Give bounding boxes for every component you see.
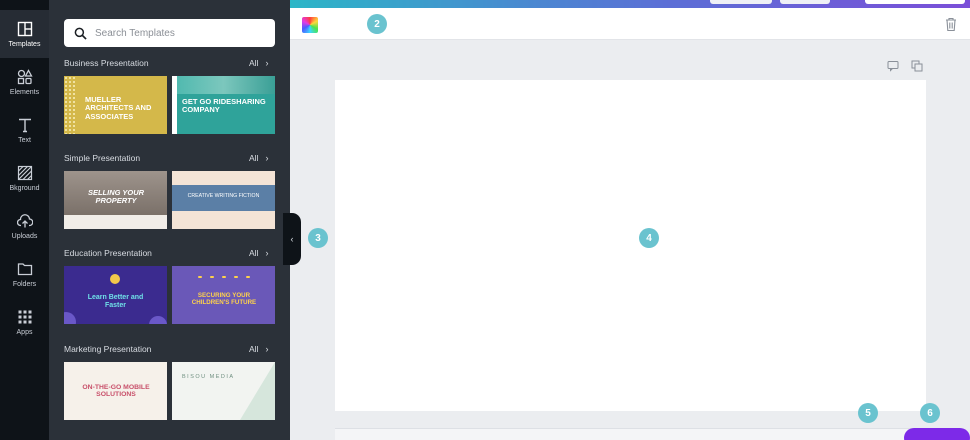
see-all-label: All — [249, 153, 259, 163]
color-picker-icon[interactable] — [302, 17, 318, 33]
template-thumbnail[interactable]: SELLING YOUR PROPERTY — [64, 171, 167, 229]
chevron-left-icon: ‹ — [290, 234, 294, 244]
photo-strip — [172, 76, 275, 94]
section-title: Education Presentation — [64, 248, 152, 258]
star-row — [194, 274, 254, 280]
see-all-link[interactable]: All › — [249, 58, 268, 68]
left-rail: Templates Elements Text Bkground Uploads… — [0, 0, 49, 440]
uploads-icon — [16, 213, 33, 227]
rail-item-label: Bkground — [9, 184, 40, 192]
top-tab[interactable] — [710, 0, 772, 4]
rail-item-label: Apps — [16, 328, 33, 336]
design-canvas[interactable] — [335, 80, 926, 411]
trash-icon[interactable] — [944, 16, 958, 32]
template-title: MUELLER ARCHITECTS AND ASSOCIATES — [85, 95, 152, 121]
section-title: Business Presentation — [64, 58, 149, 68]
rail-item-label: Elements — [9, 88, 40, 96]
template-thumbnail[interactable]: ON-THE-GO MOBILE SOLUTIONS — [64, 362, 167, 420]
templates-icon — [17, 21, 32, 36]
background-icon — [17, 165, 32, 180]
rail-item-background[interactable]: Bkground — [0, 154, 49, 202]
template-thumbnail[interactable]: MUELLER ARCHITECTS AND ASSOCIATES — [64, 76, 167, 134]
rail-item-elements[interactable]: Elements — [0, 58, 49, 106]
chevron-right-icon: › — [265, 58, 269, 68]
search-input[interactable] — [95, 27, 265, 39]
rail-item-label: Folders — [12, 280, 37, 288]
diagonal-shape — [240, 362, 275, 420]
see-all-link[interactable]: All › — [249, 248, 268, 258]
chevron-right-icon: › — [265, 248, 269, 258]
see-all-link[interactable]: All › — [249, 153, 268, 163]
rail-item-label: Uploads — [11, 232, 38, 240]
template-thumbnail[interactable]: BISOU MEDIA — [172, 362, 275, 420]
white-bar — [172, 76, 177, 134]
template-thumbnail[interactable]: CREATIVE WRITING FICTION — [172, 171, 275, 229]
callout-badge: 2 — [367, 14, 387, 34]
callout-badge: 5 — [858, 403, 878, 423]
decor-circle — [64, 312, 76, 324]
folders-icon — [17, 262, 32, 275]
editor-toolbar — [290, 8, 970, 40]
callout-badge: 4 — [639, 228, 659, 248]
present-button[interactable] — [904, 428, 970, 440]
callout-badge: 3 — [308, 228, 328, 248]
template-title: GET GO RIDESHARING COMPANY — [182, 97, 266, 115]
rail-item-apps[interactable]: Apps — [0, 298, 49, 346]
top-tab[interactable] — [780, 0, 830, 4]
top-gradient-strip — [290, 0, 970, 8]
callout-badge: 6 — [920, 403, 940, 423]
elements-icon — [17, 68, 33, 84]
template-thumbnail[interactable]: Learn Better and Faster — [64, 266, 167, 324]
rail-item-text[interactable]: Text — [0, 106, 49, 154]
add-page-bar[interactable] — [335, 428, 935, 440]
rail-item-folders[interactable]: Folders — [0, 250, 49, 298]
dot-pattern — [64, 76, 76, 134]
apps-icon — [18, 310, 31, 323]
footer-band — [64, 215, 167, 229]
template-title: BISOU MEDIA — [182, 374, 235, 380]
decor-circle — [149, 316, 167, 324]
template-thumbnail[interactable]: GET GO RIDESHARING COMPANY — [172, 76, 275, 134]
rail-item-label: Text — [18, 136, 31, 144]
search-icon — [74, 27, 87, 40]
template-title: Learn Better and Faster — [87, 294, 144, 309]
rail-item-templates[interactable]: Templates — [0, 10, 49, 58]
section-title: Simple Presentation — [64, 153, 141, 163]
see-all-link[interactable]: All › — [249, 344, 268, 354]
chevron-right-icon: › — [265, 344, 269, 354]
collapse-panel-handle[interactable]: ‹ — [283, 213, 301, 265]
comment-icon[interactable] — [887, 60, 899, 72]
template-title: SELLING YOUR PROPERTY — [87, 188, 145, 206]
section-title: Marketing Presentation — [64, 344, 152, 354]
template-title: SECURING YOUR CHILDREN'S FUTURE — [191, 292, 257, 306]
template-thumbnail[interactable]: SECURING YOUR CHILDREN'S FUTURE — [172, 266, 275, 324]
template-title: CREATIVE WRITING FICTION — [187, 193, 260, 199]
search-box[interactable] — [64, 19, 275, 47]
top-tab[interactable] — [865, 0, 965, 4]
chevron-right-icon: › — [265, 153, 269, 163]
template-title: ON-THE-GO MOBILE SOLUTIONS — [82, 384, 150, 399]
rail-item-label: Templates — [8, 40, 41, 48]
see-all-label: All — [249, 58, 259, 68]
text-icon — [18, 118, 31, 132]
rail-item-uploads[interactable]: Uploads — [0, 202, 49, 250]
lightbulb-icon — [110, 274, 120, 284]
see-all-label: All — [249, 344, 259, 354]
templates-panel: Business Presentation All › MUELLER ARCHI… — [49, 0, 290, 440]
see-all-label: All — [249, 248, 259, 258]
duplicate-icon[interactable] — [911, 60, 923, 72]
